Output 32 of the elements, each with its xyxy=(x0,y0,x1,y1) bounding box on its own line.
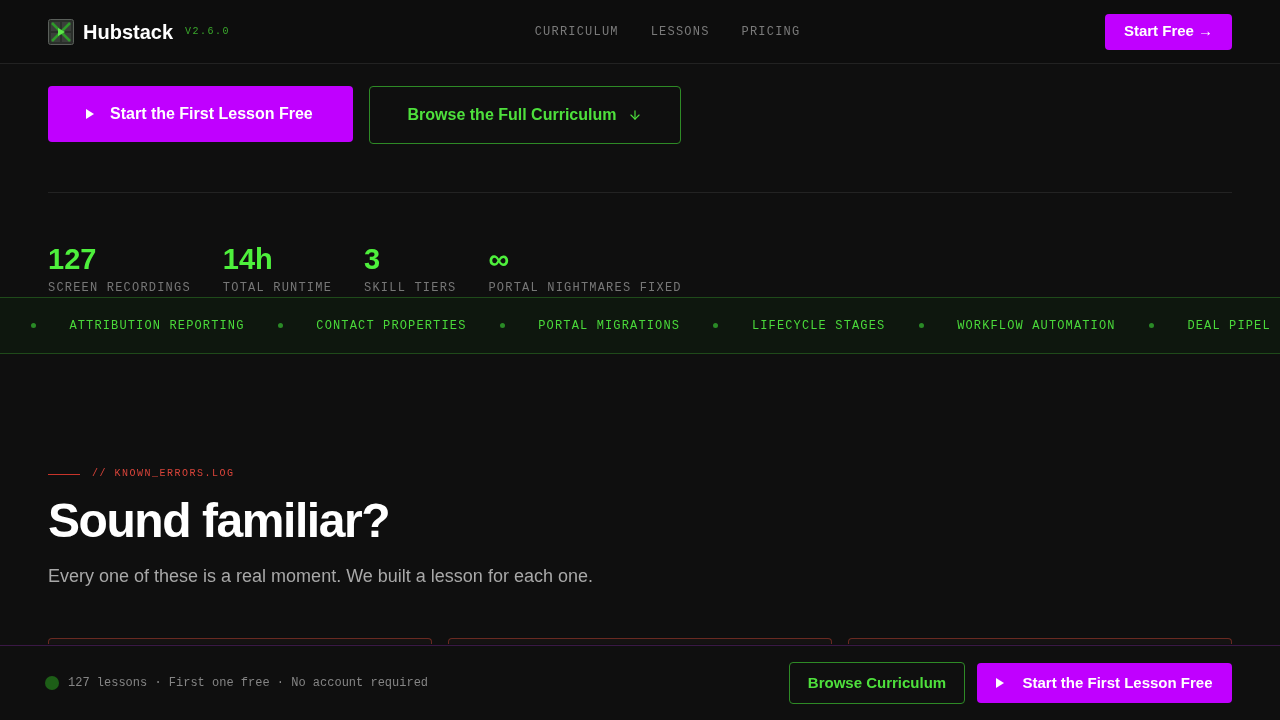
ticker-topic: LIFECYCLE STAGES xyxy=(751,317,886,335)
ticker-topic: ATTRIBUTION REPORTING xyxy=(69,317,245,335)
browse-curriculum-button[interactable]: Browse the Full Curriculum xyxy=(369,86,681,144)
lesson-summary: 127 lessons · First one free · No account required xyxy=(68,675,429,692)
nav-link[interactable]: LESSONS xyxy=(650,22,710,41)
brand-name: Hubstack xyxy=(83,19,174,45)
stat-label: TOTAL RUNTIME xyxy=(222,280,333,296)
ticker-topic: DEAL PIPEL xyxy=(1187,317,1271,335)
section-subtitle: Every one of these is a real moment. We built a lesson for each one. xyxy=(48,565,593,588)
start-free-button[interactable]: Start Free → xyxy=(1105,13,1232,50)
stat-label: SCREEN RECORDINGS xyxy=(48,280,191,296)
stat-value: 3 xyxy=(364,242,382,276)
version-label: V2.6.0 xyxy=(185,25,231,39)
stat-value: ∞ xyxy=(488,242,511,276)
play-icon xyxy=(86,109,94,119)
ticker-topic: WORKFLOW AUTOMATION xyxy=(957,317,1116,335)
stat-label: PORTAL NIGHTMARES FIXED xyxy=(488,280,682,296)
section-title: Sound familiar? xyxy=(48,497,390,545)
accent-line xyxy=(48,473,80,475)
play-icon xyxy=(996,678,1005,688)
start-lesson-button[interactable]: Start the First Lesson Free xyxy=(48,86,353,142)
stat-label: SKILL TIERS xyxy=(364,280,457,296)
nav-link[interactable]: CURRICULUM xyxy=(534,22,619,41)
stat-value: 127 xyxy=(48,242,98,276)
ticker-topic: CONTACT PROPERTIES xyxy=(316,317,467,335)
browse-curriculum-button[interactable]: Browse Curriculum xyxy=(789,662,965,704)
start-lesson-button[interactable]: Start the First Lesson Free xyxy=(977,663,1232,703)
ticker-topic: PORTAL MIGRATIONS xyxy=(538,317,681,335)
section-eyebrow: // KNOWN_ERRORS.LOG xyxy=(92,467,235,481)
nav-link[interactable]: PRICING xyxy=(741,22,801,41)
logo-icon xyxy=(48,18,74,45)
stat-value: 14h xyxy=(222,242,274,276)
